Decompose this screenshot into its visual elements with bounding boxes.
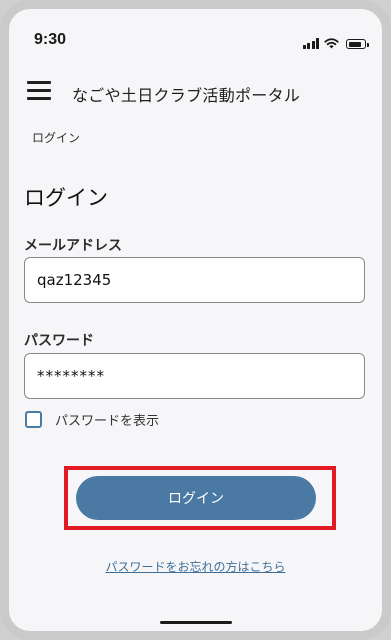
hamburger-menu-icon[interactable] bbox=[27, 81, 51, 101]
password-label: パスワード bbox=[24, 333, 94, 349]
cellular-signal-icon bbox=[302, 38, 319, 49]
password-field[interactable] bbox=[24, 353, 365, 399]
breadcrumb: ログイン bbox=[32, 131, 81, 145]
page-title: ログイン bbox=[24, 186, 108, 210]
wifi-icon bbox=[324, 38, 339, 49]
battery-icon bbox=[346, 39, 369, 49]
show-password-checkbox[interactable] bbox=[25, 411, 42, 428]
status-time: 9:30 bbox=[34, 31, 67, 48]
forgot-password-link[interactable]: パスワードをお忘れの方はこちら bbox=[9, 558, 382, 575]
app-header: なごや土日クラブ活動ポータル bbox=[9, 71, 382, 113]
home-indicator bbox=[160, 621, 232, 624]
battery-level bbox=[348, 41, 362, 47]
login-button[interactable]: ログイン bbox=[76, 476, 316, 520]
status-icons bbox=[302, 37, 369, 49]
app-title: なごや土日クラブ活動ポータル bbox=[72, 86, 301, 105]
show-password-toggle[interactable]: パスワードを表示 bbox=[25, 410, 159, 429]
email-field[interactable] bbox=[24, 257, 365, 303]
show-password-label: パスワードを表示 bbox=[55, 414, 160, 429]
phone-frame: 9:30 なごや土日クラブ活動ポータル ログイン ログイン メールアドレス qa… bbox=[0, 0, 391, 640]
status-bar: 9:30 bbox=[9, 9, 382, 71]
email-label: メールアドレス bbox=[24, 238, 122, 254]
